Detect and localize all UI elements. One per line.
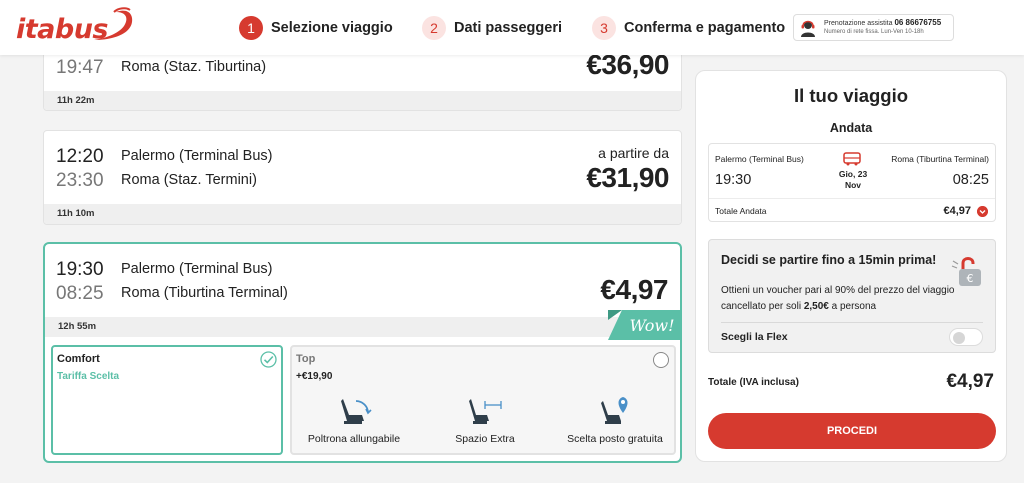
fare-extra-price: +€19,90: [296, 371, 333, 382]
departure-station: Palermo (Terminal Bus): [121, 148, 273, 164]
outbound-total-label: Totale Andata: [715, 206, 767, 216]
flex-toggle[interactable]: [949, 328, 983, 346]
reclining-seat-icon: [341, 399, 372, 424]
departure-station: Palermo (Terminal Bus): [121, 261, 273, 277]
step-selezione-viaggio[interactable]: 1 Selezione viaggio: [239, 15, 393, 41]
check-circle-icon: [260, 351, 277, 368]
sidebar-title: Il tuo viaggio: [793, 85, 909, 106]
fare-option-comfort[interactable]: Comfort Tariffa Scelta: [51, 345, 283, 455]
flex-upsell-box: Decidi se partire fino a 15min prima! € …: [708, 239, 996, 353]
outbound-total-row[interactable]: Totale Andata €4,97: [709, 198, 995, 222]
wow-badge-text: Wow!: [629, 316, 674, 335]
summary-from-station: Palermo (Terminal Bus): [715, 154, 804, 164]
assisted-booking-box[interactable]: Prenotazione assistita 06 86676755 Numer…: [793, 14, 954, 41]
fare-name: Comfort: [57, 353, 100, 365]
toggle-knob: [953, 332, 965, 344]
step-number: 1: [239, 16, 263, 40]
summary-date-day: Gio, 23: [838, 169, 868, 179]
summary-arrival-time: 08:25: [952, 172, 989, 188]
svg-text:€: €: [967, 272, 974, 285]
feature-item: Scelta posto gratuita: [555, 395, 675, 445]
arrival-station: Roma (Tiburtina Terminal): [121, 285, 288, 301]
assist-phone: 06 86676755: [894, 18, 942, 27]
feature-label: Poltrona allungabile: [307, 433, 401, 445]
flex-description: Ottieni un voucher pari al 90% del prezz…: [721, 285, 955, 312]
feature-label: Spazio Extra: [455, 433, 515, 445]
outbound-total-value: €4,97: [943, 205, 971, 217]
summary-departure-time: 19:30: [715, 172, 752, 188]
step-label: Conferma e pagamento: [624, 20, 786, 36]
arrival-station: Roma (Staz. Tiburtina): [121, 59, 267, 75]
proceed-button[interactable]: PROCEDI: [708, 413, 996, 449]
grand-total-label: Totale (IVA inclusa): [708, 377, 799, 388]
trip-duration: 11h 22m: [44, 91, 681, 110]
fare-option-top[interactable]: Top +€19,90 Poltrona allungabile Spazio …: [290, 345, 676, 455]
summary-to-station: Roma (Tiburtina Terminal): [891, 154, 989, 164]
feature-item: Spazio Extra: [425, 395, 545, 445]
fare-name: Top: [296, 353, 316, 365]
top-header: itabus 1 Selezione viaggio 2 Dati passeg…: [0, 0, 1024, 55]
arrival-time: 19:47: [56, 57, 104, 78]
arrival-time: 23:30: [56, 170, 104, 191]
fare-radio-button[interactable]: [653, 352, 669, 368]
step-number: 3: [592, 16, 616, 40]
extra-space-seat-icon: [469, 399, 502, 424]
step-label: Selezione viaggio: [271, 20, 393, 36]
grand-total-value: €4,97: [946, 371, 994, 392]
step-label: Dati passeggeri: [454, 20, 562, 36]
arrival-time: 08:25: [56, 283, 104, 304]
feature-item: Poltrona allungabile: [294, 395, 414, 445]
divider: [721, 322, 983, 323]
step-dati-passeggeri[interactable]: 2 Dati passeggeri: [422, 15, 562, 41]
fare-selected-tag: Tariffa Scelta: [57, 371, 120, 382]
feature-label: Scelta posto gratuita: [567, 433, 663, 445]
assist-label: Prenotazione assistita: [824, 20, 893, 27]
summary-date: Gio, 23 Nov: [827, 169, 879, 191]
trip-duration: 11h 10m: [44, 204, 681, 224]
chevron-down-icon[interactable]: [977, 206, 988, 217]
price-from-label: a partire da: [598, 145, 669, 161]
wow-badge: Wow!: [608, 310, 680, 340]
sidebar-subtitle: Andata: [829, 121, 873, 135]
flex-title: Decidi se partire fino a 15min prima!: [721, 253, 937, 267]
step-number: 2: [422, 16, 446, 40]
trip-card[interactable]: 12:20 Palermo (Terminal Bus) 23:30 Roma …: [43, 130, 682, 225]
step-conferma-pagamento[interactable]: 3 Conferma e pagamento: [592, 15, 785, 41]
trip-duration: 12h 55m: [45, 317, 680, 337]
assist-note: Numero di rete fissa. Lun-Ven 10-18h: [824, 29, 924, 35]
trip-card-selected[interactable]: 19:30 Palermo (Terminal Bus) 08:25 Roma …: [43, 242, 682, 463]
assist-text: Prenotazione assistita 06 86676755 Numer…: [824, 18, 941, 37]
departure-time: 19:30: [56, 259, 104, 280]
trip-price: €4,97: [600, 274, 668, 305]
flex-choose-label: Scegli la Flex: [721, 331, 788, 343]
logo-swoosh-icon: [94, 7, 133, 40]
headset-agent-icon: [801, 20, 815, 37]
arrival-station: Roma (Staz. Termini): [121, 172, 257, 188]
summary-date-month: Nov: [844, 180, 862, 190]
itabus-logo[interactable]: itabus: [16, 6, 133, 46]
departure-time: 12:20: [56, 146, 104, 167]
outbound-trip-summary: Palermo (Terminal Bus) Roma (Tiburtina T…: [708, 143, 996, 222]
trip-price: €31,90: [586, 162, 669, 193]
bus-icon: [843, 152, 861, 166]
seat-location-icon: [601, 397, 628, 424]
trip-summary-sidebar: Il tuo viaggio Andata Palermo (Terminal …: [695, 70, 1007, 462]
